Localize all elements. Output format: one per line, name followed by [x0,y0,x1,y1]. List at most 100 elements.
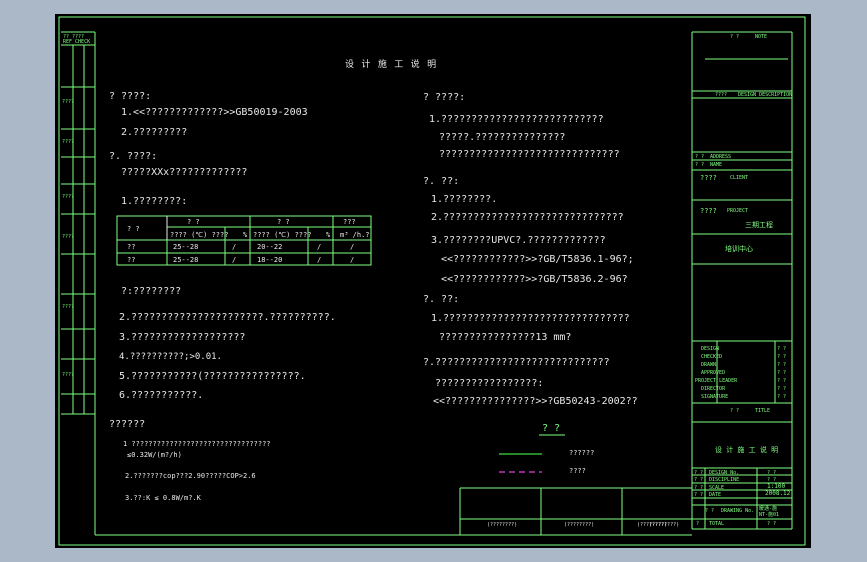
table-row-2-v3: 18--20 [257,256,283,264]
bottom-box-1: (????????) [487,522,518,528]
drawing-title: 设 计 施 工 说 明 [345,60,438,70]
bottom-box-4: (????????) [649,522,680,528]
tb-info-1-s: DESIGN No. [709,470,740,476]
section-3-item-1b: ≤0.32W/(m?/h) [127,451,182,459]
note-5: 5.???????????(????????????????. [119,371,306,382]
section-2-line: ?????XXx????????????? [121,167,248,178]
table-row-1-v3: 20--22 [257,243,283,251]
tb-sign-drawn-v: ? ? [777,362,787,368]
tb-project-value: 三期工程 [745,221,773,229]
tb-project-small: PROJECT [727,208,749,214]
right-section-3-item-1b: ????????????????13 mm? [439,332,572,343]
right-section-1-item-1: 1.??????????????????????????? [429,114,604,125]
legend-label-1: ?????? [569,449,595,457]
note-1: ?:???????? [121,286,182,297]
note-6: 6.???????????. [119,390,204,401]
right-section-3-item-1: 1.??????????????????????????????? [431,313,630,324]
drawing-sheet: 设 计 施 工 说 明 ? ????: 1.<<?????????????>>G… [55,14,811,548]
tb-footer-total-s: TOTAL [709,521,725,527]
tb-sign-leader: PROJECT LEADER [695,378,738,384]
tb-sign-signature: SIGNATURE [701,394,729,400]
table-row-2-v2: / [232,256,237,264]
table-group-3: ??? [343,218,356,226]
tb-sign-drawn: DRAWN [701,362,717,368]
table-row-1-v4: / [317,243,322,251]
tb-sign-director-v: ? ? [777,386,787,392]
left-strip-label-4: ???? [62,234,75,240]
table-row-2-v4: / [317,256,322,264]
table-row-1-v5: / [350,243,355,251]
tb-name-label: ? ? [695,162,705,168]
right-section-2-item-3b: <<????????????>>?GB/T5836.2-96? [441,274,628,285]
tb-sign-director: DIRECTOR [701,386,726,392]
tb-footer-total-l: ? [696,521,700,527]
right-section-4-a: ?????????????????: [435,378,544,389]
table-sub-1: ???? (℃) ???? [170,231,229,239]
tb-sign-signature-v: ? ? [777,394,787,400]
table-group-2: ? ? [277,218,290,226]
legend-label-2: ???? [569,467,586,475]
table-group-1: ? ? [187,218,200,226]
tb-sign-approved-v: ? ? [777,370,787,376]
right-section-4-heading: ?.????????????????????????????? [423,357,610,368]
tb-sign-leader-v: ? ? [777,378,787,384]
tb-address-small: ADDRESS [710,154,732,160]
table-row-1-v1: 25--28 [173,243,199,251]
table-sub-2b: % [326,231,331,239]
left-strip-label-5: ???? [62,304,75,310]
tb-info-4-v: 2008.12 [765,490,791,497]
section-3-heading: ?????? [109,419,146,430]
tb-client-label: ???? [700,174,717,182]
right-section-4-b: <<???????????????>>?GB50243-2002?? [433,396,638,407]
tb-subproject: 培训中心 [725,245,753,253]
section-3-item-2: 2.???????cop???2.90?????COP>2.6 [125,472,256,480]
tb-sign-approved: APPROVED [701,370,726,376]
section-3-item-3: 3.??:K ≤ 0.8W/m?.K [125,494,201,502]
tb-drawing-no-value-2: NT-施01 [759,512,780,518]
right-section-2-item-1: 1.????????. [431,194,498,205]
tb-drawing-no-small: DRAWING No. [721,508,755,514]
tb-top-label-small: NOTE [755,34,768,40]
tb-title-value: 设 计 施 工 说 明 [715,446,779,454]
tb-title-small: TITLE [755,408,771,414]
right-section-1-item-1c: ?????????????????????????????? [439,149,620,160]
right-section-2-item-3a: <<????????????>>?GB/T5836.1-96?; [441,254,634,265]
left-strip-label-2: ???? [62,139,75,145]
section-1-heading: ? ????: [109,91,152,102]
tb-info-2-s: DISCIPLINE [709,477,740,483]
right-section-1-heading: ? ????: [423,92,466,103]
tb-info-3-s: SCALE [709,485,725,491]
tb-info-1-v: ? ? [767,470,777,476]
tb-name-small: NAME [710,162,723,168]
section-1-item-2: 2.????????? [121,127,188,138]
tb-design-label-small: DESIGN DESCRIPTION [738,92,793,98]
tb-design-label: ???? [715,92,728,98]
tb-sign-design-v: ? ? [777,346,787,352]
table-sub-1b: % [243,231,248,239]
note-4: 4.??????????;>0.01. [119,352,222,362]
table-row-2-name: ?? [127,256,136,264]
tb-info-4-l: ? ? [694,492,704,498]
tb-sign-design: DESIGN [701,346,720,352]
tb-sign-checked-v: ? ? [777,354,787,360]
tb-client-small: CLIENT [730,175,749,181]
left-strip-label-6: ???? [62,372,75,378]
tb-sign-checked: CHECKED [701,354,723,360]
note-2: 2.??????????????????????.??????????. [119,312,336,323]
tb-footer-total-v: ? ? [767,521,777,527]
section-2-heading: ?. ????: [109,151,158,162]
tb-project-label: ???? [700,207,717,215]
tb-info-4-s: DATE [709,492,722,498]
right-section-3-heading: ?. ??: [423,294,460,305]
table-row-2-v1: 25--28 [173,256,199,264]
note-3: 3.??????????????????? [119,332,246,343]
bottom-box-2: (????????) [564,522,595,528]
table-row-1-v2: / [232,243,237,251]
section-3-item-1: 1 ????????????????????????????????? [123,440,271,448]
left-strip-header-small: REF CHECK [63,39,91,45]
tb-info-1-l: ? ? [694,470,704,476]
table-corner: ? ? [127,225,140,233]
table-sub-2: ???? (℃) ???? [253,231,312,239]
tb-top-label: ? ? [730,34,740,40]
table-sub-3: m³ /h.? [340,231,370,239]
